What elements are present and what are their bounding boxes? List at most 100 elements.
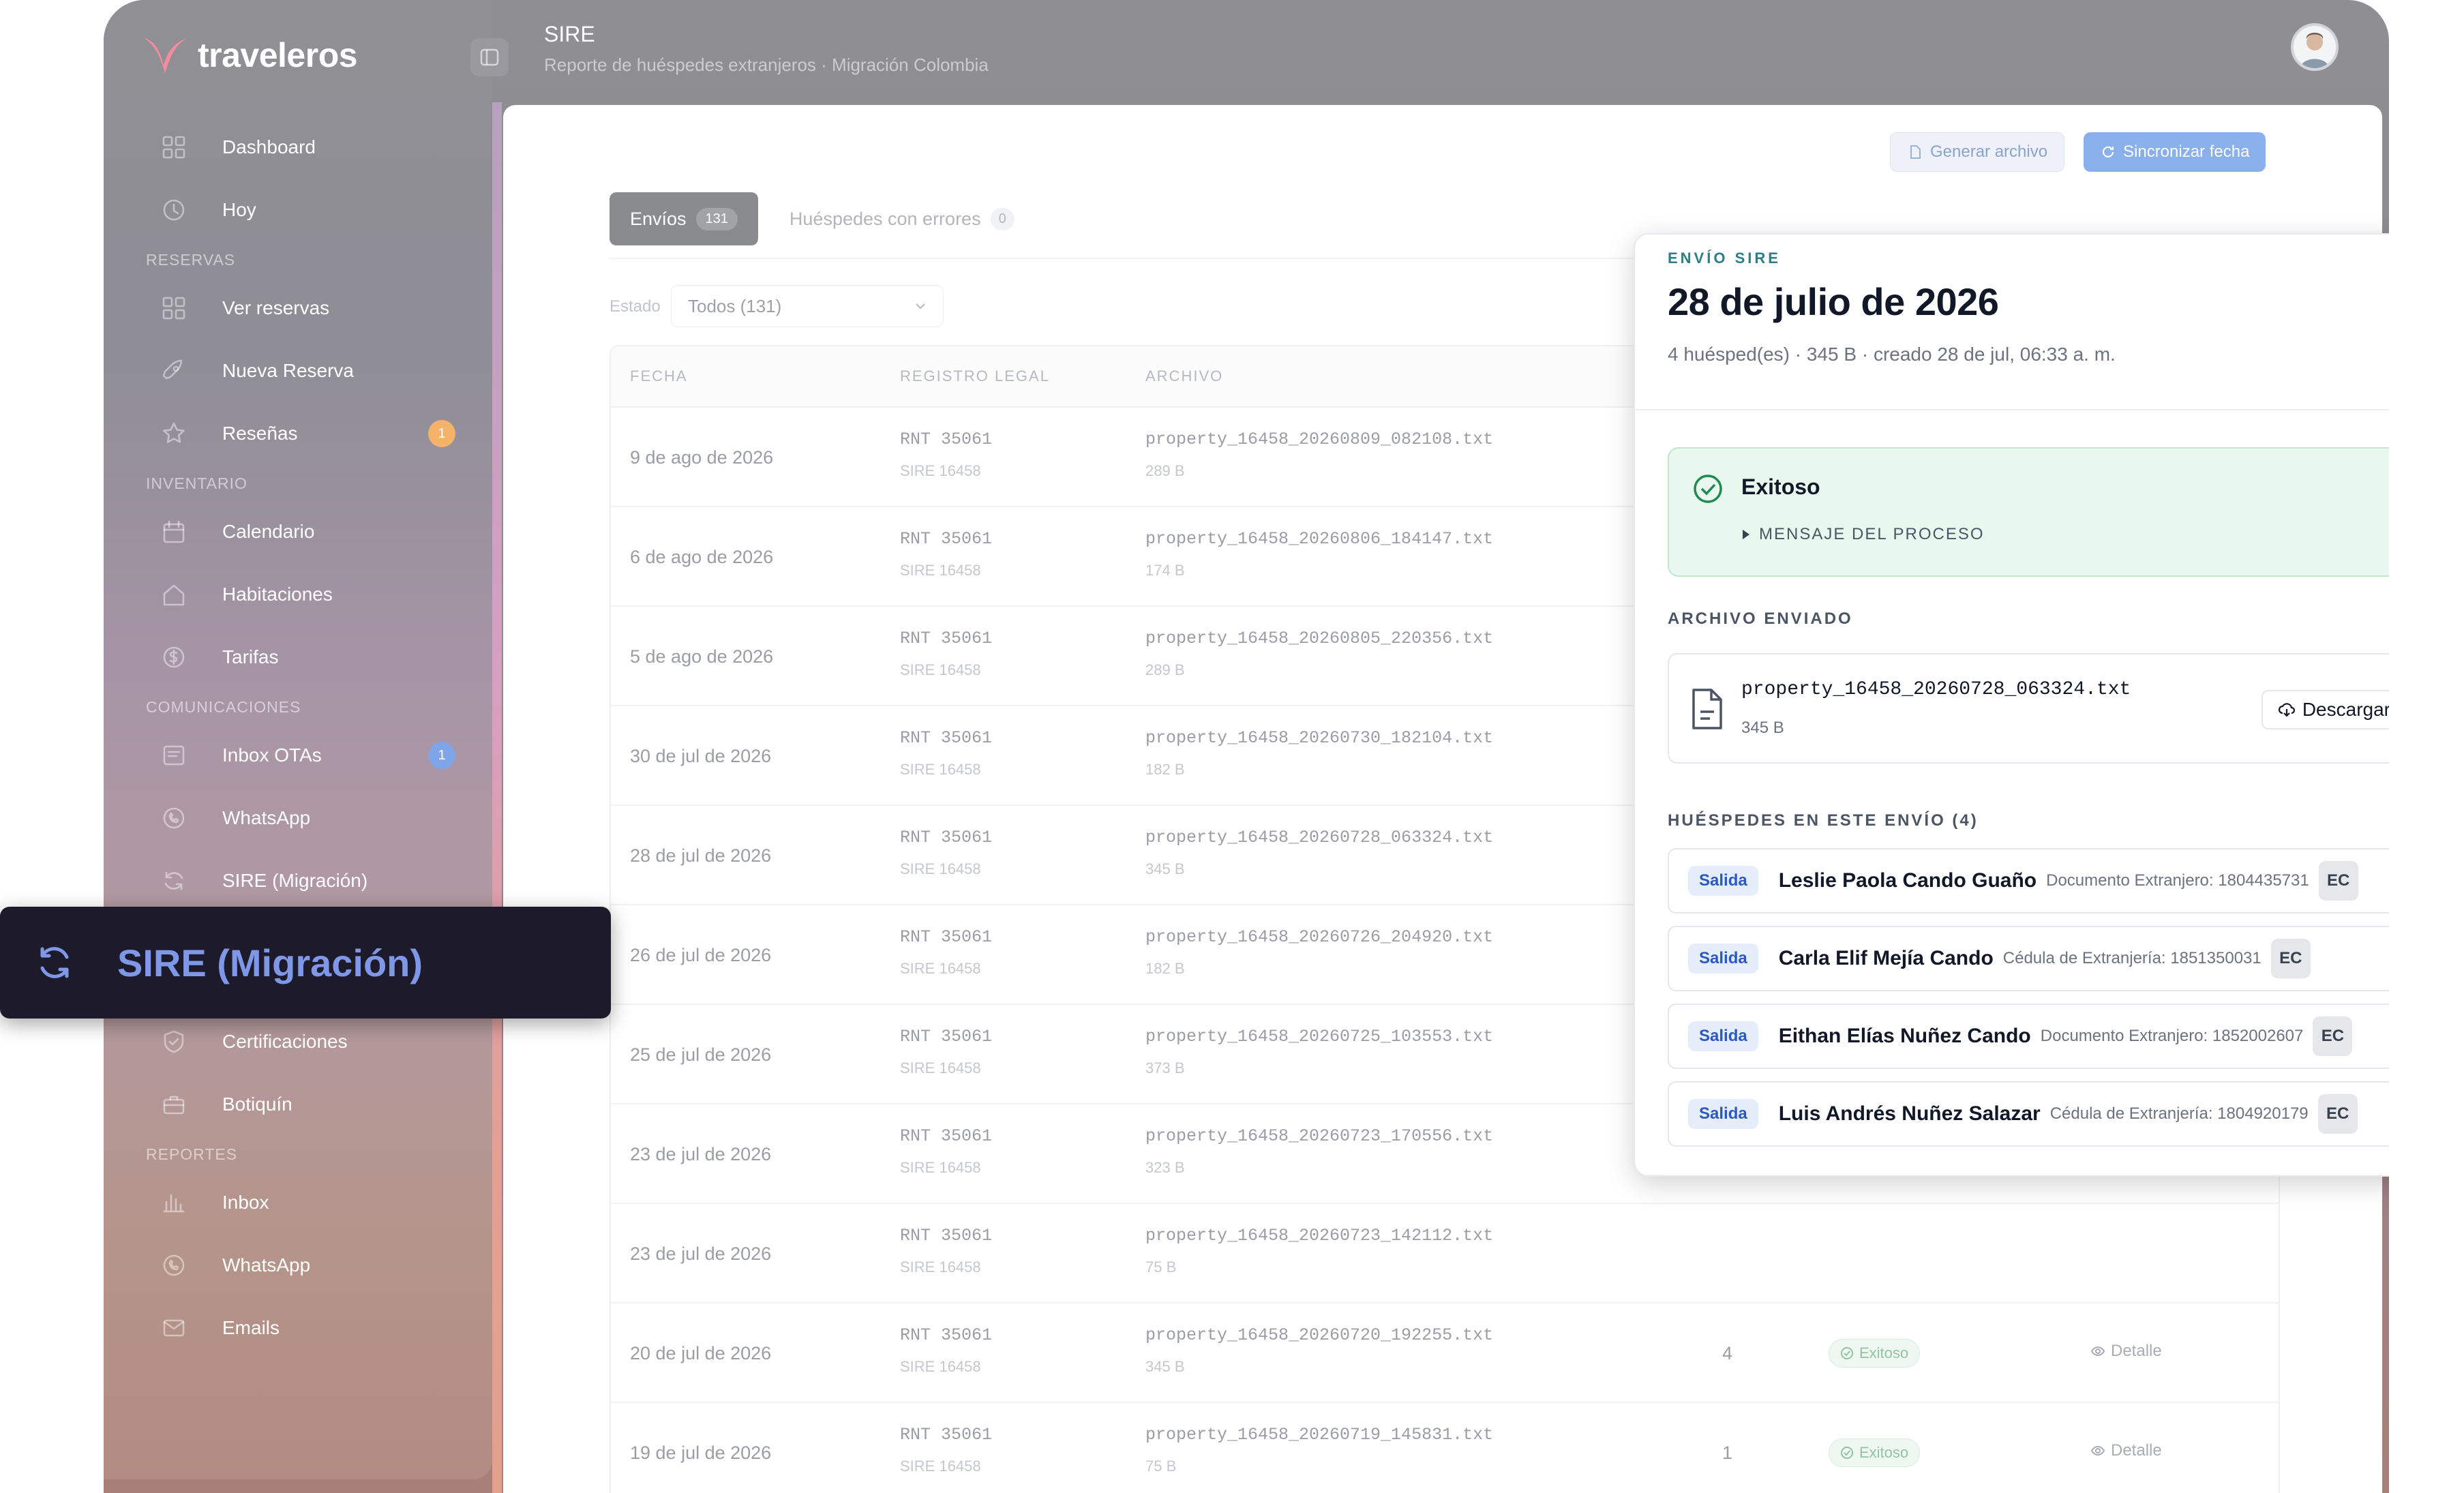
status-label: Exitoso <box>1859 1344 1909 1361</box>
row-rnt: RNT 35061 <box>900 429 993 449</box>
sidebar-item-inbox-otas[interactable]: Inbox OTAs 1 <box>155 732 455 779</box>
brand-name: traveleros <box>198 36 358 74</box>
row-date: 23 de jul de 2026 <box>630 1144 772 1164</box>
status-filter-label: Estado <box>610 297 661 316</box>
sidebar-item-resenas[interactable]: Reseñas 1 <box>155 410 455 457</box>
detail-link[interactable]: Detalle <box>2090 1342 2162 1361</box>
sidebar-item-label: SIRE (Migración) <box>222 870 368 891</box>
guest-name: Carla Elif Mejía Cando <box>1778 947 1994 969</box>
tab-count: 0 <box>990 207 1015 230</box>
collapse-sidebar-button[interactable] <box>470 38 509 76</box>
chevron-down-icon <box>916 303 925 310</box>
guest-country: EC <box>2318 861 2358 901</box>
sidebar-section-title: REPORTES <box>146 1145 238 1163</box>
guest-name: Leslie Paola Cando Guaño <box>1778 869 2037 892</box>
guest-row[interactable]: Salida Carla Elif Mejía Cando Cédula de Ex… <box>1668 926 2389 991</box>
guest-document: Cédula de Extranjería: 1851350031 <box>2002 949 2262 967</box>
row-date: 26 de jul de 2026 <box>630 945 772 965</box>
app-window: traveleros Dashboard Hoy RESERVAS Ver reser… <box>104 0 2389 1493</box>
caret-right-icon <box>1743 530 1749 539</box>
guest-row[interactable]: Salida Leslie Paola Cando Guaño Documento … <box>1668 848 2389 914</box>
row-sire: SIRE 16458 <box>900 1358 981 1375</box>
sidebar-item-hoy[interactable]: Hoy <box>155 186 455 234</box>
row-date: 20 de jul de 2026 <box>630 1343 772 1363</box>
generate-file-label: Generar archivo <box>1930 142 2048 161</box>
row-date: 5 de ago de 2026 <box>630 646 774 667</box>
sidebar-item-label: Hoy <box>222 199 256 220</box>
status-title: Exitoso <box>1741 474 1820 499</box>
sire-migracion-callout[interactable]: SIRE (Migración) <box>0 907 611 1019</box>
brand-logo[interactable]: traveleros <box>140 34 358 76</box>
sidebar-item-calendario[interactable]: Calendario <box>155 508 455 556</box>
sidebar-item-inbox[interactable]: Inbox <box>155 1179 455 1226</box>
notification-badge: 1 <box>428 420 455 447</box>
process-message-toggle[interactable]: MENSAJE DEL PROCESO <box>1741 525 1985 544</box>
sidebar-section-title: RESERVAS <box>146 251 236 269</box>
clock-icon <box>163 199 185 221</box>
row-date: 6 de ago de 2026 <box>630 547 774 567</box>
sidebar-item-sire-migracion[interactable]: SIRE (Migración) <box>155 857 455 905</box>
guest-row[interactable]: Salida Luis Andrés Nuñez Salazar Cédula de… <box>1668 1081 2389 1147</box>
sidebar-item-label: Inbox OTAs <box>222 744 322 766</box>
star-icon <box>163 422 185 443</box>
row-rnt: RNT 35061 <box>900 1325 993 1345</box>
row-file-size: 75 B <box>1145 1258 1177 1276</box>
sidebar-item-whatsapp[interactable]: WhatsApp <box>155 1241 455 1289</box>
rocket-icon <box>162 359 183 380</box>
sent-file-size: 345 B <box>1741 719 1784 737</box>
drawer-divider <box>1635 409 2389 410</box>
sidebar-section-title: INVENTARIO <box>146 474 247 492</box>
sidebar-item-tarifas[interactable]: Tarifas <box>155 633 455 681</box>
sidebar-item-label: Botiquín <box>222 1094 292 1115</box>
download-button[interactable]: Descargar <box>2261 690 2389 729</box>
row-file-name: property_16458_20260730_182104.txt <box>1145 728 1494 748</box>
process-message-label: MENSAJE DEL PROCESO <box>1759 525 1985 543</box>
sidebar-item-label: Certificaciones <box>222 1031 348 1052</box>
sidebar-item-certificaciones[interactable]: Certificaciones <box>155 1018 455 1066</box>
guests-section-title: HUÉSPEDES EN ESTE ENVÍO (4) <box>1668 811 1979 830</box>
sidebar-item-habitaciones[interactable]: Habitaciones <box>155 571 455 618</box>
row-sire: SIRE 16458 <box>900 960 981 977</box>
status-filter-value: Todos (131) <box>688 295 782 316</box>
guest-row[interactable]: Salida Eithan Elías Nuñez Cando Documento … <box>1668 1004 2389 1069</box>
table-row[interactable]: 19 de jul de 2026 RNT 35061 SIRE 16458 prop… <box>611 1403 2279 1493</box>
status-filter-select[interactable]: Todos (131) <box>671 285 944 327</box>
sidebar-item-label: WhatsApp <box>222 1254 311 1276</box>
column-header: ARCHIVO <box>1145 367 1224 384</box>
drawer-subtitle: 4 huésped(es) · 345 B · creado 28 de jul… <box>1668 344 2116 365</box>
cloud-download-icon <box>2278 703 2295 717</box>
sidebar-item-label: Nueva Reserva <box>222 360 354 381</box>
sidebar-item-dashboard[interactable]: Dashboard <box>155 123 455 171</box>
sidebar-item-botiquin[interactable]: Botiquín <box>155 1081 455 1128</box>
row-file-size: 345 B <box>1145 1358 1185 1375</box>
row-sire: SIRE 16458 <box>900 761 981 778</box>
grid-icon <box>162 297 185 320</box>
sidebar-item-nueva-reserva[interactable]: Nueva Reserva <box>155 347 455 395</box>
tab-envios[interactable]: Envíos 131 <box>610 192 758 245</box>
table-row[interactable]: 20 de jul de 2026 RNT 35061 SIRE 16458 prop… <box>611 1303 2279 1403</box>
row-file-size: 289 B <box>1145 462 1185 479</box>
sidebar-item-label: Emails <box>222 1317 280 1338</box>
sidebar-item-emails[interactable]: Emails <box>155 1304 455 1352</box>
row-sire: SIRE 16458 <box>900 1458 981 1475</box>
row-rnt: RNT 35061 <box>900 1027 993 1046</box>
row-file-size: 174 B <box>1145 562 1185 579</box>
user-avatar[interactable] <box>2291 23 2339 71</box>
detail-link[interactable]: Detalle <box>2090 1441 2162 1460</box>
refresh-icon <box>2102 146 2114 157</box>
generate-file-button[interactable]: Generar archivo <box>1890 132 2065 172</box>
sync-icon <box>40 947 69 978</box>
row-rnt: RNT 35061 <box>900 728 993 748</box>
tab-huespedes-errores[interactable]: Huéspedes con errores 0 <box>790 207 1015 230</box>
row-rnt: RNT 35061 <box>900 1126 993 1146</box>
guest-status-badge: Salida <box>1688 866 1758 896</box>
sidebar-item-whatsapp[interactable]: WhatsApp <box>155 794 455 842</box>
row-sire: SIRE 16458 <box>900 1059 981 1076</box>
grid-icon <box>162 136 185 159</box>
row-file-size: 373 B <box>1145 1059 1185 1076</box>
sync-date-button[interactable]: Sincronizar fecha <box>2084 132 2266 172</box>
table-row[interactable]: 23 de jul de 2026 RNT 35061 SIRE 16458 prop… <box>611 1204 2279 1303</box>
sidebar-item-ver-reservas[interactable]: Ver reservas <box>155 284 455 332</box>
guest-country: EC <box>2270 939 2311 978</box>
guest-name: Eithan Elías Nuñez Cando <box>1778 1025 2031 1047</box>
